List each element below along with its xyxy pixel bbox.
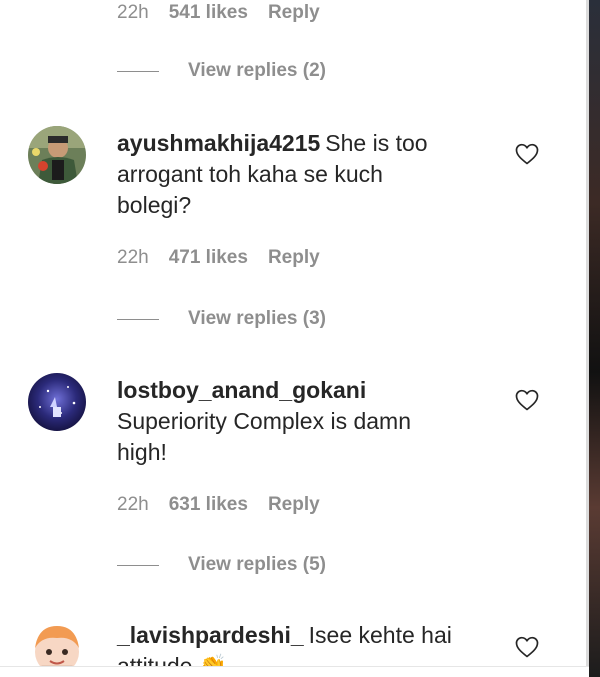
comment-likes[interactable]: 541 likes [169,2,248,24]
comment-time: 22h [117,494,149,515]
avatar[interactable] [28,126,86,184]
comments-list[interactable]: 22h 541 likes Reply View replies (2) ayu… [0,0,587,666]
replies-divider [117,318,159,320]
comment-likes[interactable]: 471 likes [169,247,248,269]
replies-divider [117,564,159,566]
comment-meta: 22h 631 likes Reply [117,494,320,516]
view-replies-button[interactable]: View replies (5) [117,554,326,576]
view-replies-label: View replies (3) [188,308,326,329]
avatar[interactable] [28,618,86,666]
reply-button[interactable]: Reply [268,494,320,516]
heart-icon[interactable] [515,143,539,165]
comments-screen: 22h 541 likes Reply View replies (2) ayu… [0,0,600,677]
reply-button[interactable]: Reply [268,247,320,269]
background-video-edge [589,0,600,677]
avatar-image [28,618,86,666]
comment-likes[interactable]: 631 likes [169,494,248,516]
view-replies-button[interactable]: View replies (2) [117,60,326,82]
comment-time: 22h [117,247,149,268]
comment-username[interactable]: ayushmakhija4215 [117,130,320,156]
clap-emoji: 👏 [198,653,228,666]
comment-username[interactable]: lostboy_anand_gokani [117,377,366,403]
comment-message: Superiority Complex is damn high! [117,408,412,465]
avatar-image [28,373,86,431]
comment-meta: 22h 471 likes Reply [117,247,320,269]
replies-divider [117,70,159,72]
view-replies-label: View replies (2) [188,60,326,81]
comment-meta: 22h 541 likes Reply [117,2,320,24]
avatar[interactable] [28,373,86,431]
view-replies-button[interactable]: View replies (3) [117,308,326,330]
comment-time: 22h [117,2,149,23]
comment-username[interactable]: _lavishpardeshi_ [117,622,304,648]
reply-button[interactable]: Reply [268,2,320,24]
comment-text: _lavishpardeshi_ Isee kehte hai attitude … [117,620,457,666]
comment-text: lostboy_anand_gokani Superiority Complex … [117,375,457,468]
avatar-image [28,126,86,184]
comments-footer-edge [0,666,589,677]
comment-text: ayushmakhija4215 She is too arrogant toh … [117,128,457,221]
heart-icon[interactable] [515,636,539,658]
view-replies-label: View replies (5) [188,554,326,575]
heart-icon[interactable] [515,389,539,411]
